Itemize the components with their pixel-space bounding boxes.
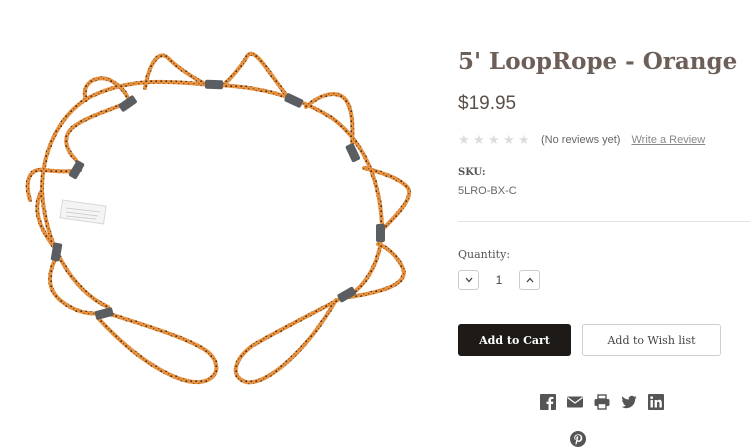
chevron-down-icon <box>465 277 472 283</box>
email-icon[interactable] <box>567 394 583 410</box>
print-icon[interactable] <box>594 394 610 410</box>
product-details: 5' LoopRope - Orange $19.95 ★ ★ ★ ★ ★ (N… <box>458 0 750 447</box>
star-rating: ★ ★ ★ ★ ★ <box>458 134 531 147</box>
divider <box>458 221 750 222</box>
rating-row: ★ ★ ★ ★ ★ (No reviews yet) Write a Revie… <box>458 132 705 148</box>
add-to-wishlist-button[interactable]: Add to Wish list <box>582 324 721 356</box>
sku-label: SKU: <box>458 167 486 178</box>
pinterest-icon[interactable] <box>570 431 586 447</box>
twitter-icon[interactable] <box>621 394 637 410</box>
star-icon: ★ <box>458 132 470 148</box>
product-title: 5' LoopRope - Orange <box>458 48 738 75</box>
facebook-icon[interactable] <box>540 394 556 410</box>
chevron-up-icon <box>526 277 533 283</box>
write-review-link[interactable]: Write a Review <box>631 134 705 146</box>
quantity-increase-button[interactable] <box>519 270 540 290</box>
product-image <box>25 51 412 385</box>
star-icon: ★ <box>473 132 485 148</box>
quantity-label: Quantity: <box>458 248 511 261</box>
reviews-count: (No reviews yet) <box>541 134 621 146</box>
product-price: $19.95 <box>458 93 517 114</box>
share-icons <box>540 394 664 410</box>
star-icon: ★ <box>518 132 530 148</box>
star-icon: ★ <box>488 132 500 148</box>
sku-value: 5LRO-BX-C <box>458 185 517 197</box>
star-icon: ★ <box>503 132 515 148</box>
quantity-input[interactable]: 1 <box>479 273 519 287</box>
quantity-stepper: 1 <box>458 270 540 290</box>
quantity-decrease-button[interactable] <box>458 270 479 290</box>
linkedin-icon[interactable] <box>648 394 664 410</box>
add-to-cart-button[interactable]: Add to Cart <box>458 324 571 356</box>
